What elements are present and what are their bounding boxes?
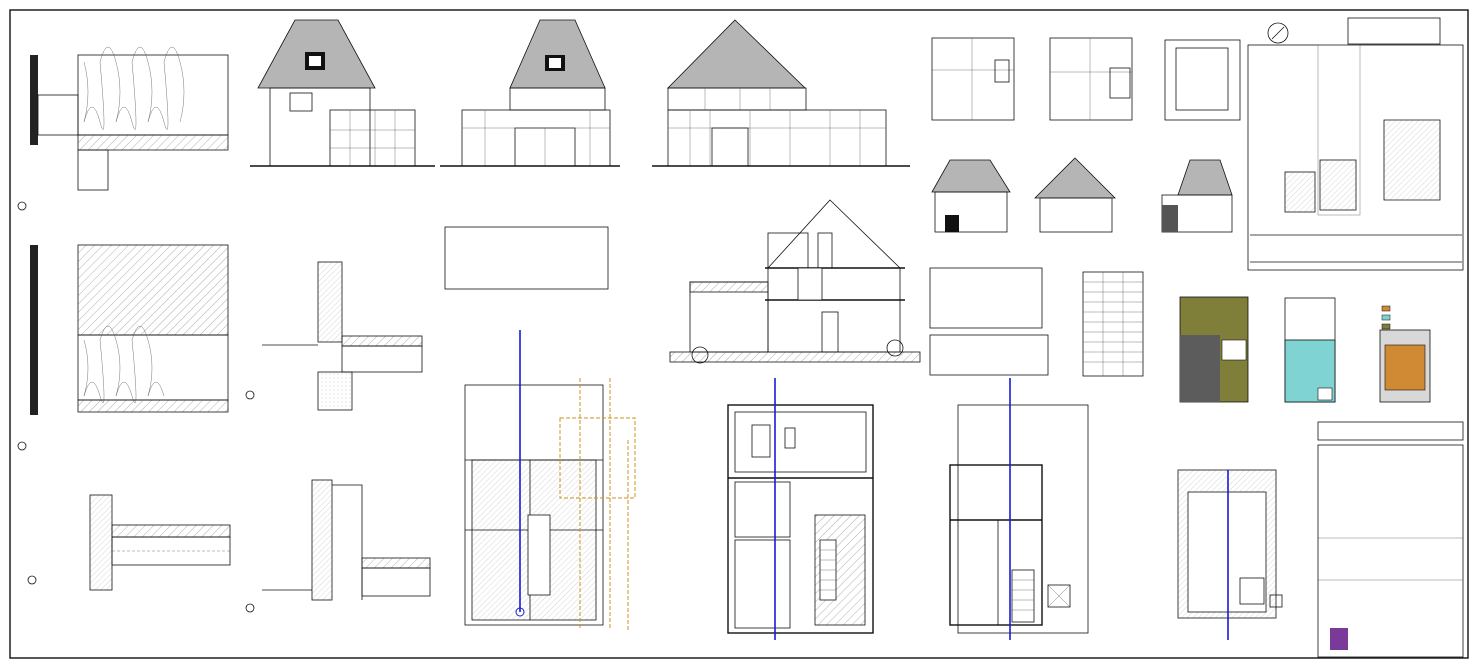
detail-4 bbox=[245, 261, 423, 411]
floor-area-attic bbox=[1379, 305, 1431, 403]
note-box bbox=[444, 226, 609, 290]
materials-existing-box bbox=[929, 334, 1049, 376]
materials-new-box bbox=[929, 267, 1043, 329]
area-summary-table bbox=[1317, 421, 1464, 441]
detail-2 bbox=[17, 244, 229, 451]
elevation-right bbox=[652, 19, 910, 167]
first-floor-plan bbox=[949, 378, 1089, 640]
foundation-plan bbox=[464, 330, 636, 630]
drawing-sheet bbox=[9, 9, 1469, 659]
detail-marker bbox=[17, 201, 27, 211]
existing-elevation-right bbox=[1034, 157, 1116, 233]
floor-area-ground bbox=[1179, 296, 1249, 403]
existing-plan-attic bbox=[1164, 39, 1241, 121]
existing-plan-first bbox=[1049, 37, 1133, 121]
existing-plan-ground bbox=[931, 37, 1015, 121]
schedule-table bbox=[1082, 271, 1144, 377]
detail-1 bbox=[17, 46, 229, 211]
section-drawing bbox=[669, 199, 921, 364]
existing-elevation-rear bbox=[1161, 159, 1233, 233]
detail-3 bbox=[27, 494, 231, 591]
attic-plan bbox=[1177, 469, 1283, 640]
existing-elevation-front bbox=[931, 159, 1011, 233]
detail-5 bbox=[245, 479, 431, 613]
logo bbox=[1330, 628, 1348, 650]
title-block bbox=[1317, 444, 1464, 658]
site-plan bbox=[1247, 17, 1464, 271]
ground-floor-plan bbox=[727, 378, 874, 640]
elevation-rear bbox=[440, 19, 620, 167]
elevation-front bbox=[250, 19, 435, 167]
floor-area-first bbox=[1284, 297, 1336, 403]
